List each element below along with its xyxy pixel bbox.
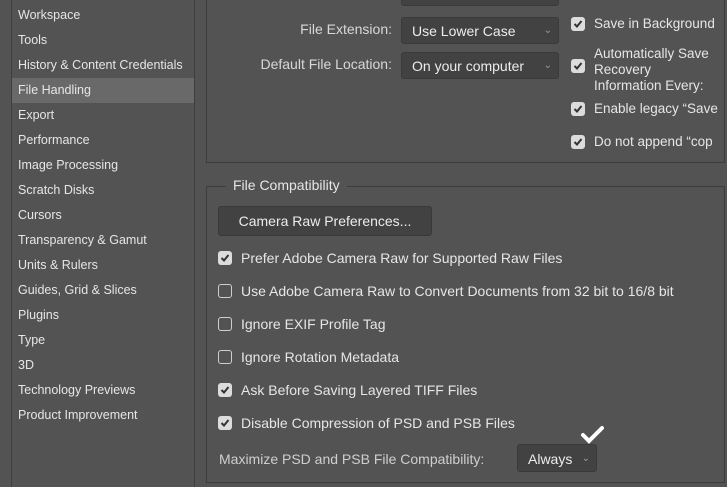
sidebar-item-image-processing[interactable]: Image Processing [12, 153, 194, 178]
sidebar-item-performance[interactable]: Performance [12, 128, 194, 153]
compat-option-3-checkbox[interactable] [218, 350, 232, 364]
sidebar-item-cursors[interactable]: Cursors [12, 203, 194, 228]
sidebar-item-3d[interactable]: 3D [12, 353, 194, 378]
compat-option-0-label: Prefer Adobe Camera Raw for Supported Ra… [241, 250, 563, 266]
sidebar-item-product-improvement[interactable]: Product Improvement [12, 403, 194, 428]
maximize-compatibility-dropdown[interactable]: Always ⌄ [517, 444, 597, 472]
save-option-1-checkbox[interactable] [571, 59, 585, 73]
sidebar-item-history-content-credentials[interactable]: History & Content Credentials [12, 53, 194, 78]
compat-option-3-label: Ignore Rotation Metadata [241, 349, 399, 365]
sidebar-item-plugins[interactable]: Plugins [12, 303, 194, 328]
file-compatibility-title: File Compatibility [226, 177, 347, 193]
partial-dropdown[interactable] [401, 0, 559, 6]
file-extension-dropdown[interactable]: Use Lower Case ⌄ [401, 17, 559, 44]
save-option-0-label: Save in Background [594, 16, 715, 31]
save-option-3-checkbox[interactable] [571, 135, 585, 149]
preferences-sidebar: Workspace Tools History & Content Credenti… [11, 0, 195, 487]
default-location-value: On your computer [412, 58, 525, 74]
compat-option-5-checkbox[interactable] [218, 416, 232, 430]
save-option-1-label: Automatically Save Recovery Information E… [594, 46, 722, 94]
file-extension-label: File Extension: [300, 21, 392, 37]
save-option-1-label-line2: Information Every: [594, 78, 704, 93]
sidebar-item-file-handling[interactable]: File Handling [12, 78, 194, 103]
sidebar-item-workspace[interactable]: Workspace [12, 3, 194, 28]
sidebar-item-type[interactable]: Type [12, 328, 194, 353]
compat-option-1-label: Use Adobe Camera Raw to Convert Document… [241, 283, 674, 299]
compat-option-1-checkbox[interactable] [218, 284, 232, 298]
save-option-2-checkbox[interactable] [571, 102, 585, 116]
default-location-dropdown[interactable]: On your computer ⌄ [401, 52, 559, 79]
maximize-compatibility-value: Always [528, 451, 573, 467]
sidebar-item-scratch-disks[interactable]: Scratch Disks [12, 178, 194, 203]
compat-option-2-label: Ignore EXIF Profile Tag [241, 316, 386, 332]
save-option-3-label: Do not append “cop [594, 134, 713, 149]
checkmark-annotation-icon [581, 426, 604, 444]
compat-option-0-checkbox[interactable] [218, 251, 232, 265]
chevron-down-icon: ⌄ [581, 453, 590, 464]
save-option-2-label: Enable legacy “Save [594, 101, 718, 116]
chevron-down-icon: ⌄ [543, 60, 552, 71]
save-option-0-checkbox[interactable] [571, 17, 585, 31]
sidebar-item-units-rulers[interactable]: Units & Rulers [12, 253, 194, 278]
maximize-compatibility-label: Maximize PSD and PSB File Compatibility: [219, 451, 485, 467]
sidebar-item-technology-previews[interactable]: Technology Previews [12, 378, 194, 403]
compat-option-2-checkbox[interactable] [218, 317, 232, 331]
compat-option-4-checkbox[interactable] [218, 383, 232, 397]
file-extension-value: Use Lower Case [412, 23, 516, 39]
save-option-1-label-line1: Automatically Save Recovery [594, 46, 709, 77]
compat-option-5-label: Disable Compression of PSD and PSB Files [241, 415, 515, 431]
sidebar-item-export[interactable]: Export [12, 103, 194, 128]
sidebar-item-guides-grid-slices[interactable]: Guides, Grid & Slices [12, 278, 194, 303]
default-location-label: Default File Location: [260, 56, 392, 72]
chevron-down-icon: ⌄ [543, 25, 552, 36]
camera-raw-preferences-button[interactable]: Camera Raw Preferences... [218, 206, 432, 236]
sidebar-item-tools[interactable]: Tools [12, 28, 194, 53]
sidebar-item-transparency-gamut[interactable]: Transparency & Gamut [12, 228, 194, 253]
compat-option-4-label: Ask Before Saving Layered TIFF Files [241, 382, 478, 398]
